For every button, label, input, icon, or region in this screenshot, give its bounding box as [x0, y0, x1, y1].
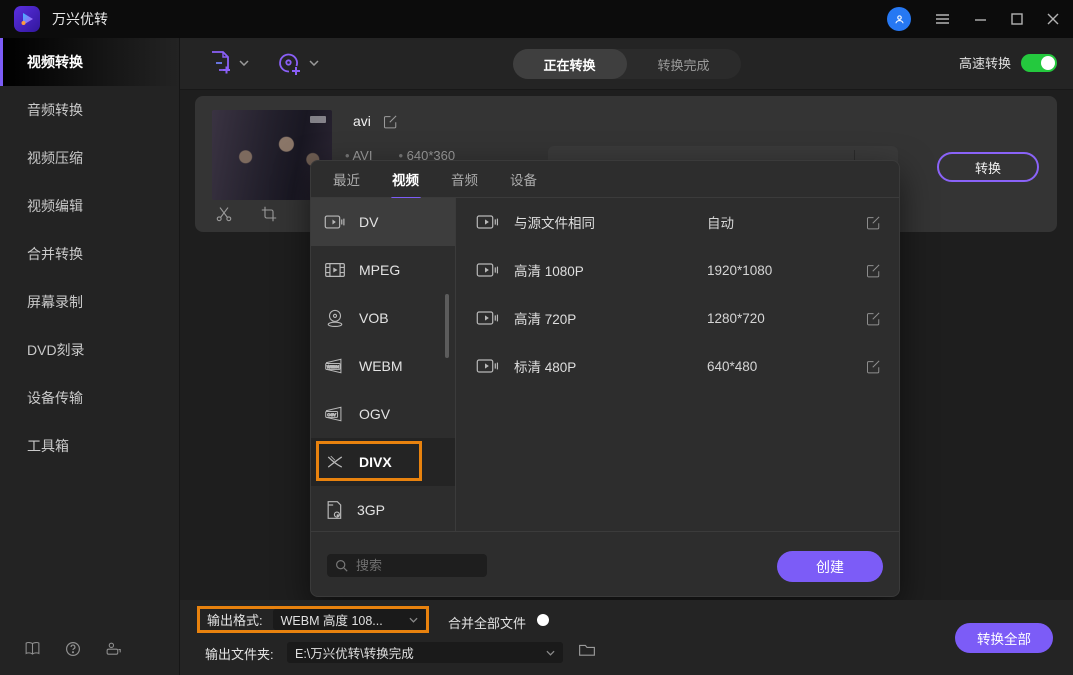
tab-converting[interactable]: 正在转换: [512, 49, 627, 79]
svg-text:WEBM: WEBM: [327, 364, 339, 369]
help-icon[interactable]: [65, 641, 81, 657]
3gp-file-icon: [324, 500, 344, 520]
annotation-highlight-divx: [316, 441, 422, 481]
preset-hd-720p[interactable]: 高清 720P 1280*720: [456, 294, 899, 342]
format-item-vob[interactable]: VOB: [311, 294, 455, 342]
search-input[interactable]: [356, 558, 466, 573]
user-avatar[interactable]: [887, 7, 911, 31]
support-icon[interactable]: [105, 641, 122, 657]
convert-all-button[interactable]: 转换全部: [955, 623, 1053, 653]
preset-edit-icon[interactable]: [866, 215, 881, 230]
hamburger-icon[interactable]: [935, 13, 950, 25]
format-list: DV MPEG VOB WEBM WEBM OGV OGV DIVX 3GP: [311, 198, 456, 531]
panel-tab-recent[interactable]: 最近: [333, 161, 360, 198]
chevron-down-icon: [546, 650, 555, 656]
videocam-icon: [476, 309, 500, 327]
panel-tab-video[interactable]: 视频: [390, 161, 421, 200]
format-item-mpeg[interactable]: MPEG: [311, 246, 455, 294]
format-item-3gp[interactable]: 3GP: [311, 486, 455, 531]
fast-convert-toggle[interactable]: [1021, 53, 1057, 72]
crop-icon[interactable]: [261, 206, 277, 222]
sidebar-item-video-edit[interactable]: 视频编辑: [0, 182, 179, 230]
add-file-button[interactable]: [208, 50, 249, 76]
output-format-select[interactable]: WEBM 高度 108...: [272, 609, 426, 630]
add-disc-button[interactable]: [276, 50, 319, 76]
videocam-icon: [476, 357, 500, 375]
dvd-disc-icon: [324, 308, 346, 328]
preset-list: 与源文件相同 自动 高清 1080P 1920*1080 高清 720P 128…: [456, 198, 899, 531]
minimize-icon[interactable]: [974, 13, 987, 26]
bottom-bar: 输出格式: WEBM 高度 108... 合并全部文件 输出文件夹: E:\万兴…: [180, 600, 1073, 675]
chevron-down-icon: [309, 60, 319, 66]
main-area: 正在转换 转换完成 高速转换 avi • AVI • 640*360 转换 最近…: [180, 38, 1073, 675]
preset-same-as-source[interactable]: 与源文件相同 自动: [456, 198, 899, 246]
sidebar-item-merge-convert[interactable]: 合并转换: [0, 230, 179, 278]
output-folder-label: 输出文件夹:: [205, 647, 274, 662]
annotation-highlight-output-format: 输出格式: WEBM 高度 108...: [197, 606, 429, 633]
tab-converted[interactable]: 转换完成: [627, 49, 741, 79]
sidebar-item-device-transfer[interactable]: 设备传输: [0, 374, 179, 422]
app-title: 万兴优转: [52, 11, 108, 27]
webm-badge-icon: WEBM: [324, 357, 346, 375]
svg-text:OGV: OGV: [327, 412, 336, 417]
chevron-down-icon: [239, 60, 249, 66]
chevron-down-icon: [409, 617, 418, 623]
videocam-icon: [476, 261, 500, 279]
sidebar-item-video-convert[interactable]: 视频转换: [0, 38, 179, 86]
guide-book-icon[interactable]: [24, 641, 41, 657]
mpeg-film-icon: [324, 261, 346, 279]
format-item-ogv[interactable]: OGV OGV: [311, 390, 455, 438]
format-search-box: [327, 554, 487, 577]
merge-all-label: 合并全部文件: [448, 616, 527, 631]
panel-tab-audio[interactable]: 音频: [451, 161, 478, 198]
file-name: avi: [353, 113, 371, 129]
preset-sd-480p[interactable]: 标清 480P 640*480: [456, 342, 899, 390]
sidebar: 视频转换 音频转换 视频压缩 视频编辑 合并转换 屏幕录制 DVD刻录 设备传输…: [0, 38, 180, 675]
format-dropdown-panel: 最近 视频 音频 设备 DV MPEG VOB WEBM WEBM OGV OG…: [310, 160, 900, 597]
sidebar-item-video-compress[interactable]: 视频压缩: [0, 134, 179, 182]
sidebar-item-toolbox[interactable]: 工具箱: [0, 422, 179, 470]
panel-tab-device[interactable]: 设备: [510, 161, 537, 198]
output-folder-select[interactable]: E:\万兴优转\转换完成: [287, 642, 563, 663]
format-list-scrollbar[interactable]: [445, 294, 449, 358]
preset-edit-icon[interactable]: [866, 311, 881, 326]
convert-button[interactable]: 转换: [937, 152, 1039, 182]
rename-edit-icon[interactable]: [383, 114, 398, 129]
trim-scissors-icon[interactable]: [215, 206, 233, 222]
toolbar: 正在转换 转换完成 高速转换: [180, 38, 1073, 90]
videocam-icon: [476, 213, 500, 231]
maximize-icon[interactable]: [1011, 13, 1023, 25]
create-button[interactable]: 创建: [777, 551, 883, 582]
close-icon[interactable]: [1047, 13, 1059, 25]
preset-hd-1080p[interactable]: 高清 1080P 1920*1080: [456, 246, 899, 294]
dv-camera-icon: [324, 213, 346, 231]
sidebar-item-screen-record[interactable]: 屏幕录制: [0, 278, 179, 326]
format-item-divx[interactable]: DIVX: [311, 438, 455, 486]
ogv-badge-icon: OGV: [324, 405, 346, 423]
preset-edit-icon[interactable]: [866, 263, 881, 278]
output-format-label: 输出格式:: [207, 613, 263, 628]
format-item-dv[interactable]: DV: [311, 198, 455, 246]
sidebar-item-dvd-burn[interactable]: DVD刻录: [0, 326, 179, 374]
preset-edit-icon[interactable]: [866, 359, 881, 374]
titlebar: 万兴优转: [0, 0, 1073, 38]
fast-convert-label: 高速转换: [958, 56, 1011, 71]
convert-status-tabs: 正在转换 转换完成: [512, 49, 741, 79]
search-icon: [335, 559, 348, 572]
format-item-webm[interactable]: WEBM WEBM: [311, 342, 455, 390]
sidebar-item-audio-convert[interactable]: 音频转换: [0, 86, 179, 134]
app-logo-icon: [14, 6, 40, 32]
open-folder-icon[interactable]: [578, 642, 596, 657]
format-panel-tabs: 最近 视频 音频 设备: [311, 161, 899, 200]
